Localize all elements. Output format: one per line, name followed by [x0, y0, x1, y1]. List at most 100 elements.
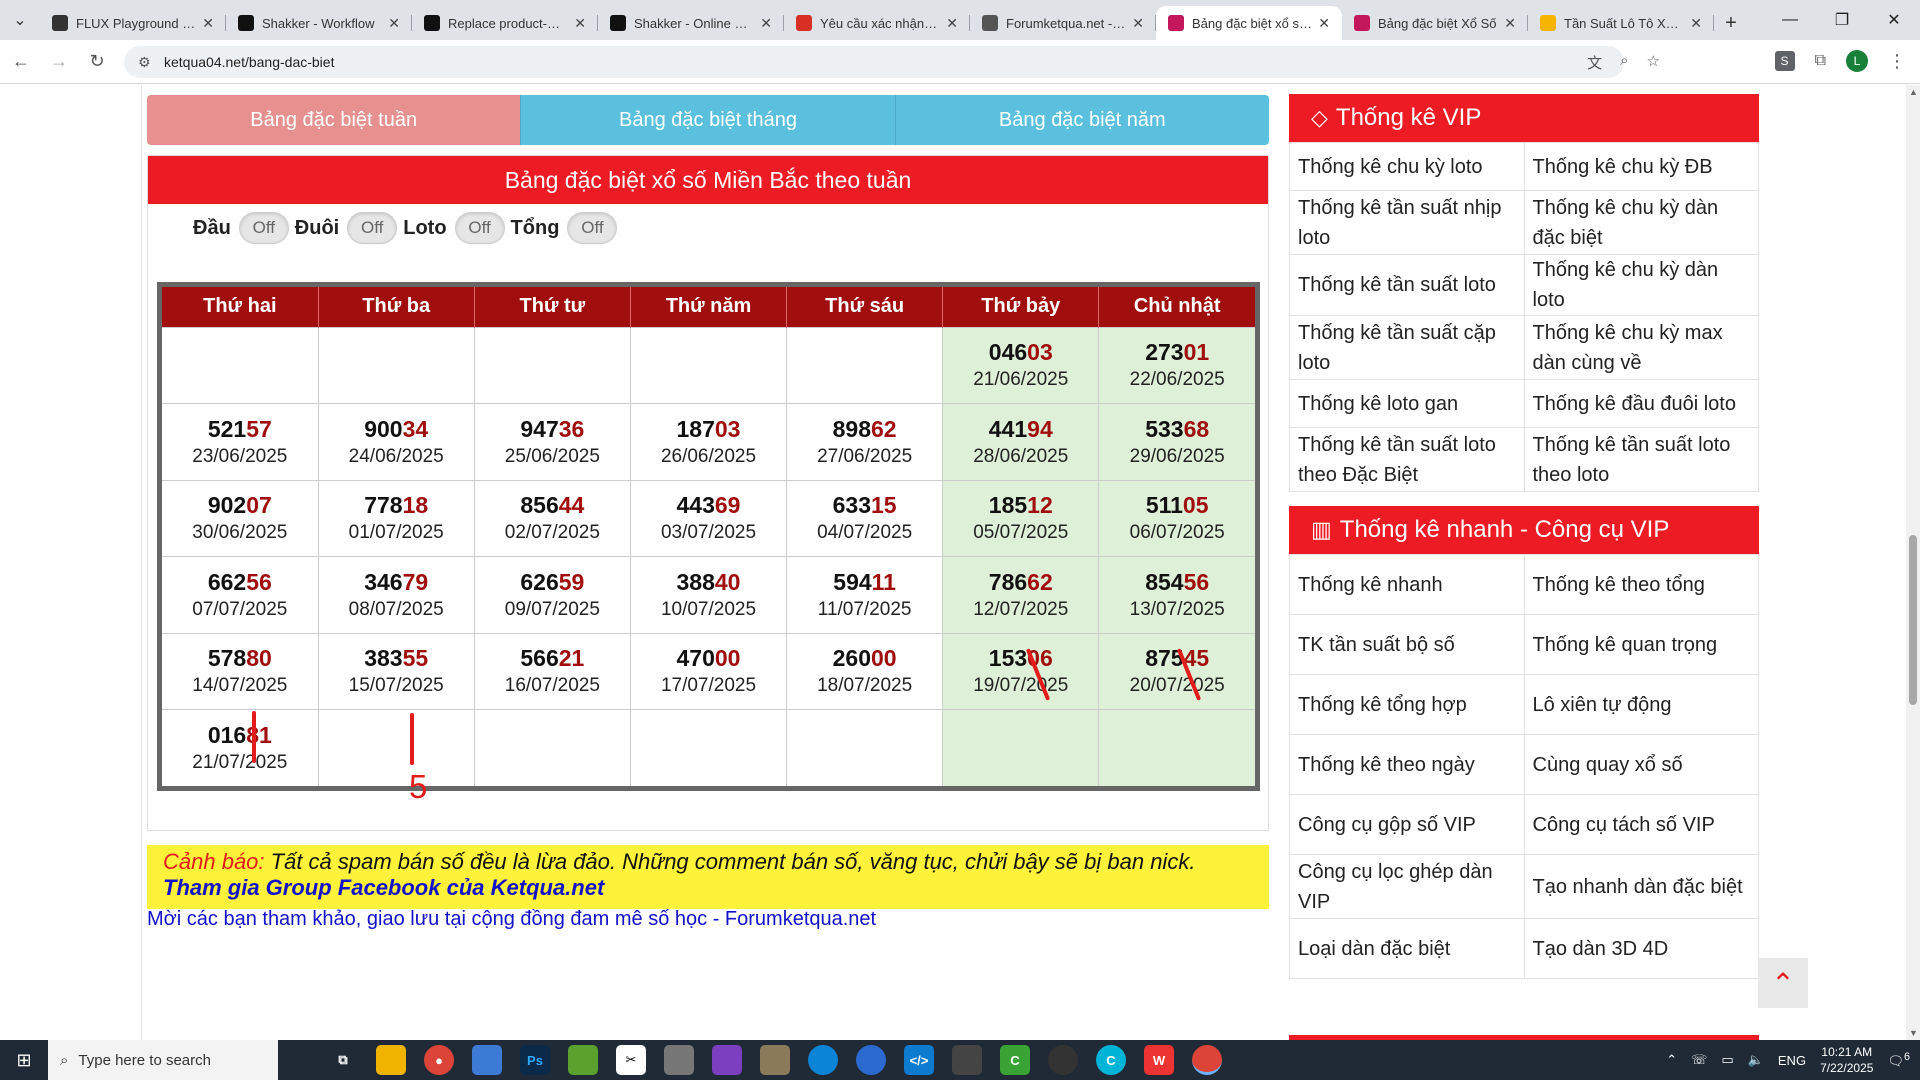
- zoom-icon[interactable]: ⌕: [1620, 52, 1628, 73]
- browser-tab[interactable]: Replace product-Wor ✕: [412, 6, 598, 40]
- capcut-icon[interactable]: ✂: [616, 1045, 646, 1075]
- app-gray-icon[interactable]: [664, 1045, 694, 1075]
- wps-icon[interactable]: W: [1144, 1045, 1174, 1075]
- chrome-icon[interactable]: ●: [424, 1045, 454, 1075]
- tab-close-icon[interactable]: ✕: [1132, 15, 1144, 32]
- sidebar-link[interactable]: Công cụ lọc ghép dàn VIP: [1289, 854, 1525, 919]
- sidebar-link[interactable]: Thống kê theo ngày: [1289, 734, 1525, 795]
- toggle-tong[interactable]: Off: [567, 212, 618, 244]
- scroll-to-top-button[interactable]: ⌃: [1758, 958, 1808, 1008]
- sidebar-link[interactable]: TK tần suất bộ số: [1289, 614, 1525, 675]
- tab-search-dropdown-icon[interactable]: ⌄: [0, 0, 40, 40]
- app-blue-icon[interactable]: [856, 1045, 886, 1075]
- tab-close-icon[interactable]: ✕: [1318, 15, 1330, 32]
- sidebar-link[interactable]: Công cụ gộp số VIP: [1289, 794, 1525, 855]
- browser-tab[interactable]: FLUX Playground - Bl ✕: [40, 6, 226, 40]
- sidebar-link[interactable]: Cùng quay xổ số: [1523, 734, 1759, 795]
- scroll-up-icon[interactable]: ▲: [1909, 87, 1918, 97]
- reload-icon[interactable]: ↻: [80, 45, 114, 79]
- scroll-down-icon[interactable]: ▼: [1909, 1028, 1918, 1038]
- edge-icon[interactable]: [808, 1045, 838, 1075]
- sidebar-link[interactable]: Thống kê đầu đuôi loto: [1523, 379, 1759, 428]
- translate-icon[interactable]: 文: [1587, 52, 1602, 73]
- scrollbar-thumb[interactable]: [1909, 535, 1917, 705]
- tray-expand-icon[interactable]: ⌃: [1666, 1052, 1677, 1068]
- sidebar-link[interactable]: Thống kê chu kỳ ĐB: [1523, 142, 1759, 191]
- browser-tab[interactable]: Yêu cầu xác nhận tài k ✕: [784, 6, 970, 40]
- taskbar-search[interactable]: ⌕ Type here to search: [48, 1040, 278, 1080]
- tab-close-icon[interactable]: ✕: [1504, 15, 1516, 32]
- notification-icon[interactable]: 🗨6: [1887, 1051, 1910, 1069]
- browser-tab[interactable]: Tần Suất Lô Tô XSMB ✕: [1528, 6, 1714, 40]
- toggle-duoi[interactable]: Off: [347, 212, 398, 244]
- windows-start-icon[interactable]: ⊞: [0, 1040, 48, 1080]
- meet-icon[interactable]: ☏: [1691, 1052, 1707, 1068]
- camtasia-icon[interactable]: C: [1000, 1045, 1030, 1075]
- page-scrollbar[interactable]: ▲ ▼: [1906, 85, 1920, 1040]
- sidebar-link[interactable]: Thống kê loto gan: [1289, 379, 1525, 428]
- restore-icon[interactable]: ❐: [1816, 0, 1868, 40]
- browser-tab[interactable]: Bảng đặc biệt Xổ Số ✕: [1342, 6, 1528, 40]
- back-icon[interactable]: ←: [4, 45, 38, 79]
- sidebar-link[interactable]: Công cụ tách số VIP: [1523, 794, 1759, 855]
- tab-close-icon[interactable]: ✕: [202, 15, 214, 32]
- sidebar-link[interactable]: Thống kê chu kỳ max dàn cùng về: [1523, 315, 1759, 380]
- extension-s-icon[interactable]: S: [1774, 51, 1795, 71]
- tab-week[interactable]: Bảng đặc biệt tuần: [147, 95, 522, 145]
- network-icon[interactable]: ▭: [1721, 1052, 1733, 1068]
- bookmark-star-icon[interactable]: ☆: [1647, 52, 1660, 73]
- sidebar-link[interactable]: Tạo nhanh dàn đặc biệt: [1523, 854, 1759, 919]
- facebook-group-link[interactable]: Tham gia Group Facebook của Ketqua.net: [163, 875, 1253, 901]
- browser-tab[interactable]: Forumketqua.net - Di ✕: [970, 6, 1156, 40]
- language-indicator[interactable]: ENG: [1778, 1053, 1806, 1068]
- minimize-icon[interactable]: —: [1764, 0, 1816, 40]
- sidebar-link[interactable]: Thống kê tần suất nhịp loto: [1289, 190, 1525, 255]
- url-omnibox[interactable]: ⚙ ketqua04.net/bang-dac-biet: [124, 46, 1624, 78]
- task-view-icon[interactable]: ⧉: [328, 1045, 358, 1075]
- app-tool-icon[interactable]: [760, 1045, 790, 1075]
- sidebar-link[interactable]: Thống kê chu kỳ loto: [1289, 142, 1525, 191]
- volume-icon[interactable]: 🔈: [1748, 1052, 1764, 1068]
- sidebar-link[interactable]: Tạo dàn 3D 4D: [1523, 918, 1759, 979]
- close-window-icon[interactable]: ✕: [1868, 0, 1920, 40]
- sidebar-link[interactable]: Thống kê tổng hợp: [1289, 674, 1525, 735]
- profile-avatar[interactable]: L: [1846, 50, 1868, 72]
- app-icon[interactable]: [472, 1045, 502, 1075]
- toggle-dau[interactable]: Off: [238, 212, 289, 244]
- sidebar-link[interactable]: Thống kê tần suất cặp loto: [1289, 315, 1525, 380]
- new-tab-button[interactable]: +: [1714, 6, 1748, 40]
- forward-icon[interactable]: →: [42, 45, 76, 79]
- sidebar-link[interactable]: Thống kê nhanh: [1289, 554, 1525, 615]
- sidebar-link[interactable]: Thống kê tần suất loto: [1289, 254, 1525, 316]
- sidebar-link[interactable]: Thống kê tần suất loto theo loto: [1523, 427, 1759, 492]
- sidebar-link[interactable]: Thống kê chu kỳ dàn loto: [1523, 254, 1759, 316]
- tab-close-icon[interactable]: ✕: [760, 15, 772, 32]
- sidebar-link[interactable]: Loại dàn đặc biệt: [1289, 918, 1525, 979]
- vscode-icon[interactable]: </>: [904, 1045, 934, 1075]
- sidebar-link[interactable]: Thống kê tần suất loto theo Đặc Biệt: [1289, 427, 1525, 492]
- canva-icon[interactable]: C: [1096, 1045, 1126, 1075]
- sidebar-link[interactable]: Lô xiên tự động: [1523, 674, 1759, 735]
- forum-invite-link[interactable]: Mời các bạn tham khảo, giao lưu tại cộng…: [147, 908, 876, 931]
- tab-close-icon[interactable]: ✕: [946, 15, 958, 32]
- site-info-icon[interactable]: ⚙: [138, 54, 154, 71]
- browser-tab[interactable]: Bảng đặc biệt xổ số M ✕: [1156, 6, 1342, 40]
- browser-tab[interactable]: Shakker - Workflow ✕: [226, 6, 412, 40]
- file-explorer-icon[interactable]: [376, 1045, 406, 1075]
- tab-close-icon[interactable]: ✕: [1690, 15, 1702, 32]
- sidebar-link[interactable]: Thống kê chu kỳ dàn đặc biệt: [1523, 190, 1759, 255]
- extensions-puzzle-icon[interactable]: ⧉: [1815, 52, 1826, 70]
- clock[interactable]: 10:21 AM 7/22/2025: [1820, 1044, 1873, 1076]
- sidebar-link[interactable]: Thống kê theo tổng: [1523, 554, 1759, 615]
- tab-year[interactable]: Bảng đặc biệt năm: [895, 95, 1269, 145]
- photoshop-icon[interactable]: Ps: [520, 1045, 550, 1075]
- tab-month[interactable]: Bảng đặc biệt tháng: [521, 95, 896, 145]
- app-purple-icon[interactable]: [712, 1045, 742, 1075]
- app-green-icon[interactable]: [568, 1045, 598, 1075]
- app-dark-icon[interactable]: [1048, 1045, 1078, 1075]
- browser-tab[interactable]: Shakker - Online Com ✕: [598, 6, 784, 40]
- browser-menu-icon[interactable]: ⋮: [1888, 51, 1906, 72]
- tab-close-icon[interactable]: ✕: [388, 15, 400, 32]
- clapper-icon[interactable]: [952, 1045, 982, 1075]
- chrome-active-icon[interactable]: [1192, 1045, 1222, 1075]
